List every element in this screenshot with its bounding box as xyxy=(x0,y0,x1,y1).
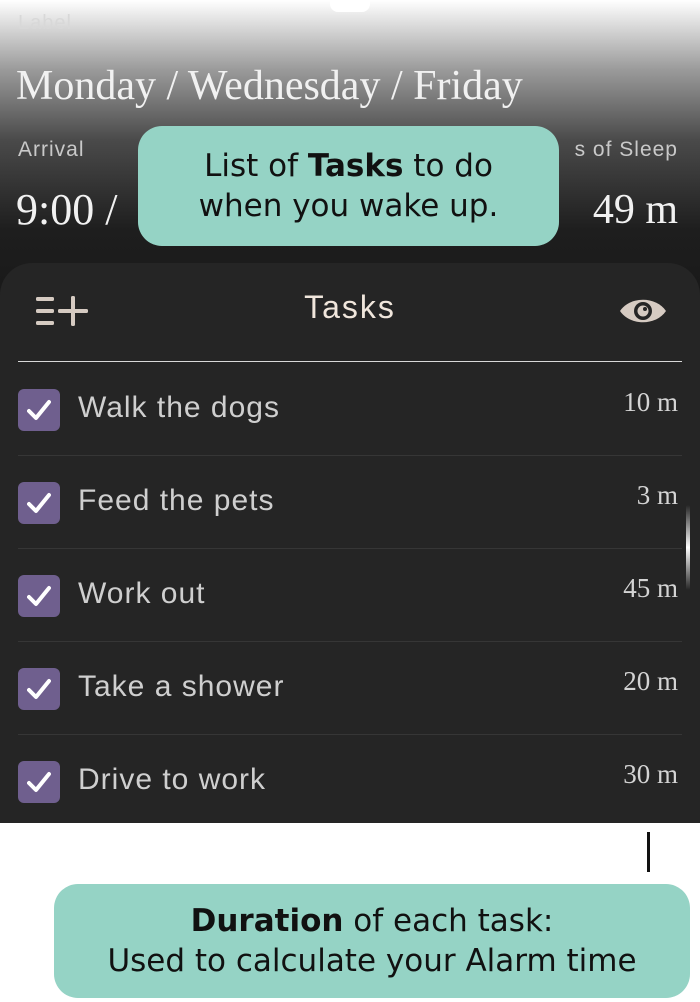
callout-text: to do xyxy=(403,148,493,184)
alarm-label[interactable]: Label xyxy=(18,12,72,35)
task-name: Walk the dogs xyxy=(78,391,280,424)
tasks-callout-line1: List of Tasks to do xyxy=(138,146,559,186)
task-row[interactable]: Walk the dogs 10 m xyxy=(18,363,682,456)
task-duration[interactable]: 10 m xyxy=(623,387,678,418)
task-name: Feed the pets xyxy=(78,484,275,517)
task-row[interactable]: Feed the pets 3 m xyxy=(18,456,682,549)
task-duration[interactable]: 20 m xyxy=(623,666,678,697)
task-checkbox[interactable] xyxy=(18,761,60,803)
tasks-panel: Tasks Walk the dogs 10 m Feed the pets 3… xyxy=(0,263,700,823)
arrival-label: Arrival xyxy=(18,138,85,161)
task-name: Take a shower xyxy=(78,670,285,703)
checkmark-icon xyxy=(27,679,51,699)
checkmark-icon xyxy=(27,493,51,513)
callout-text: of each task: xyxy=(343,903,554,939)
checkmark-icon xyxy=(27,586,51,606)
task-list: Walk the dogs 10 m Feed the pets 3 m Wor… xyxy=(18,363,682,823)
task-row[interactable]: Work out 45 m xyxy=(18,549,682,642)
tasks-callout: List of Tasks to do when you wake up. xyxy=(138,126,559,246)
scroll-indicator[interactable] xyxy=(686,505,690,590)
task-name: Drive to work xyxy=(78,763,267,796)
callout-bold-text: Duration xyxy=(190,903,344,939)
task-duration[interactable]: 30 m xyxy=(623,759,678,790)
drag-handle[interactable] xyxy=(330,0,370,12)
duration-callout: Duration of each task: Used to calculate… xyxy=(54,884,690,998)
task-name: Work out xyxy=(78,577,206,610)
sleep-duration[interactable]: 49 m xyxy=(593,186,678,234)
eye-icon[interactable] xyxy=(618,293,668,329)
tasks-panel-header: Tasks xyxy=(18,263,682,362)
task-row[interactable]: Drive to work 30 m xyxy=(18,735,682,823)
task-row[interactable]: Take a shower 20 m xyxy=(18,642,682,735)
tasks-title: Tasks xyxy=(304,289,396,325)
duration-callout-line1: Duration of each task: xyxy=(54,901,690,941)
callout-text: List of xyxy=(204,148,308,184)
arrival-time[interactable]: 9:00 / xyxy=(16,184,117,235)
callout-pointer xyxy=(647,832,650,872)
sleep-label: s of Sleep xyxy=(574,138,678,161)
duration-callout-line2: Used to calculate your Alarm time xyxy=(107,943,637,979)
task-checkbox[interactable] xyxy=(18,575,60,617)
task-checkbox[interactable] xyxy=(18,389,60,431)
task-checkbox[interactable] xyxy=(18,482,60,524)
callout-bold-text: Tasks xyxy=(307,148,404,184)
tasks-callout-line2: when you wake up. xyxy=(198,188,499,224)
checkmark-icon xyxy=(27,772,51,792)
repeat-days[interactable]: Monday / Wednesday / Friday xyxy=(16,62,523,110)
checkmark-icon xyxy=(27,400,51,420)
task-duration[interactable]: 45 m xyxy=(623,573,678,604)
task-checkbox[interactable] xyxy=(18,668,60,710)
task-duration[interactable]: 3 m xyxy=(637,480,678,511)
